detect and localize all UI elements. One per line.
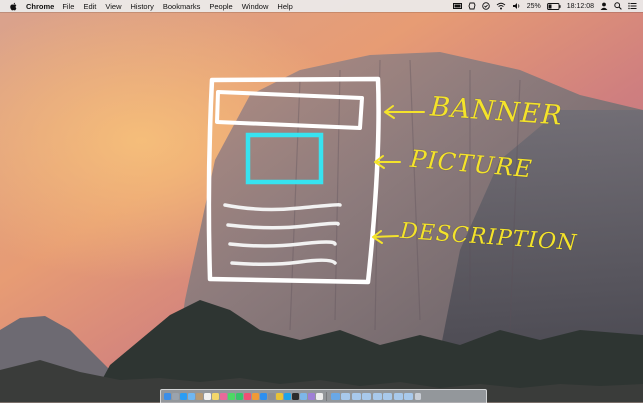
calendar-icon[interactable] [204,393,211,400]
preview-icon[interactable] [308,393,315,400]
trash-icon[interactable] [414,393,421,400]
chrome-icon[interactable] [276,393,283,400]
safari-icon[interactable] [180,393,187,400]
app-store-icon[interactable] [260,393,267,400]
skype-icon[interactable] [284,393,291,400]
mail-icon[interactable] [188,393,195,400]
dock-separator [326,392,327,401]
doc-stack-icon[interactable] [383,393,392,400]
contacts-icon[interactable] [196,393,203,400]
terminal-icon[interactable] [292,393,299,400]
doc-stack-icon[interactable] [362,393,371,400]
banner-arrow [384,105,425,119]
facetime-icon[interactable] [236,393,243,400]
textedit-icon[interactable] [316,393,323,400]
downloads-icon[interactable] [330,393,340,400]
launchpad-icon[interactable] [172,393,179,400]
preferences-icon[interactable] [268,393,275,400]
messages-icon[interactable] [228,393,235,400]
banner-box [215,90,364,130]
books-icon[interactable] [252,393,259,400]
notes-icon[interactable] [212,393,219,400]
photos-icon[interactable] [220,393,227,400]
doc-stack-icon[interactable] [351,393,361,400]
finder-icon[interactable] [164,393,171,400]
picture-box [245,132,324,185]
folder-icon[interactable] [300,393,307,400]
description-arrow [372,230,399,244]
wireframe-sketch [206,76,425,285]
doc-stack-icon[interactable] [372,393,382,400]
doc-stack-icon[interactable] [404,393,413,400]
music-icon[interactable] [244,393,251,400]
dock [160,389,487,403]
description-lines [223,203,342,267]
doc-stack-icon[interactable] [341,393,350,400]
doc-stack-icon[interactable] [393,393,403,400]
